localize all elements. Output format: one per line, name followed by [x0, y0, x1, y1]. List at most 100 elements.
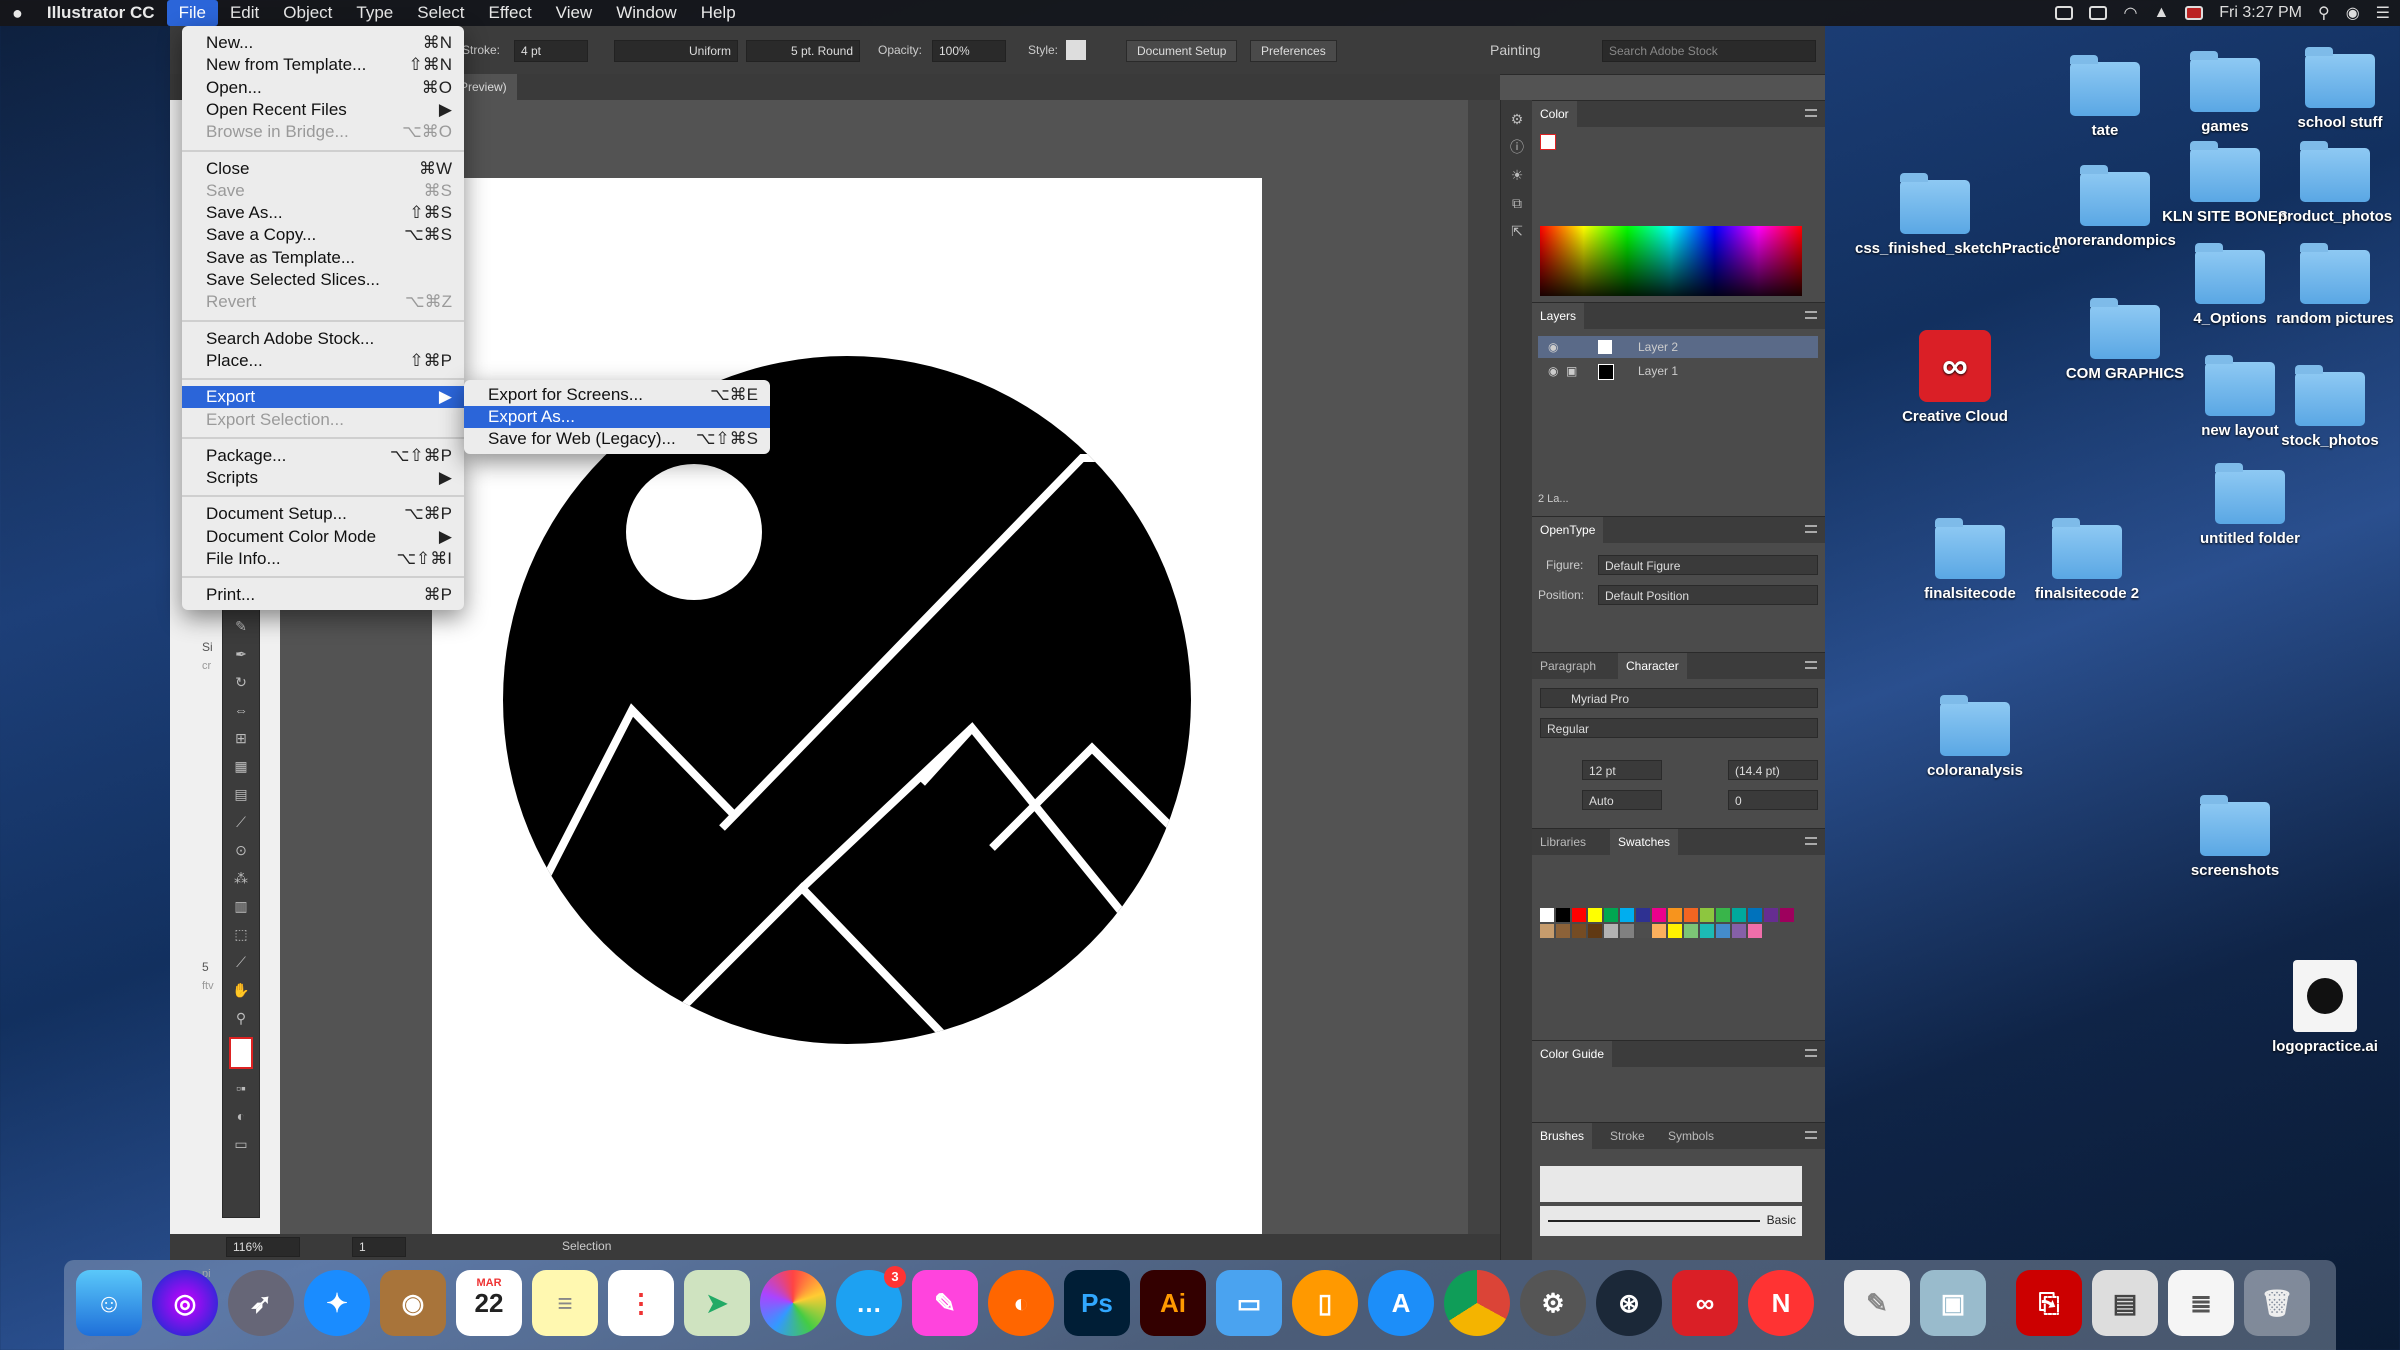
menu-effect[interactable]: Effect — [477, 0, 544, 26]
tab-symbols[interactable]: Symbols — [1660, 1123, 1722, 1149]
preferences-button[interactable]: Preferences — [1250, 40, 1337, 62]
photos-icon[interactable] — [760, 1270, 826, 1336]
tab-opentype[interactable]: OpenType — [1532, 517, 1604, 543]
lock-icon[interactable]: ▣ — [1566, 360, 1577, 382]
color-swatch[interactable] — [1684, 908, 1698, 922]
layer-row[interactable]: ◉ ▣ Layer 1 — [1538, 360, 1818, 382]
color-swatch[interactable] — [1604, 924, 1618, 938]
color-swatch[interactable] — [1748, 924, 1762, 938]
vertical-scrollbar[interactable] — [1468, 100, 1500, 1234]
panel-menu-icon[interactable] — [1805, 525, 1817, 533]
brush-basic[interactable]: Basic — [1540, 1206, 1802, 1236]
eject-icon[interactable]: ▲ — [2153, 4, 2169, 22]
menu-type[interactable]: Type — [344, 0, 405, 26]
slice-tool-icon[interactable]: ⟋ — [230, 953, 252, 971]
color-swatch[interactable] — [1588, 908, 1602, 922]
pdf-stack-icon[interactable]: ⎘ — [2016, 1270, 2082, 1336]
color-swatch[interactable] — [1620, 908, 1634, 922]
screen-mode-icon[interactable]: ▭ — [230, 1135, 252, 1153]
documents-stack-icon[interactable]: ≣ — [2168, 1270, 2234, 1336]
maps-icon[interactable]: ➤ — [684, 1270, 750, 1336]
tab-color-guide[interactable]: Color Guide — [1532, 1041, 1613, 1067]
notes-icon[interactable]: ≡ — [532, 1270, 598, 1336]
layer-row[interactable]: ◉ Layer 2 — [1538, 336, 1818, 358]
properties-icon[interactable]: ⚙ — [1506, 110, 1528, 128]
logo-artwork[interactable] — [432, 178, 1262, 1260]
brush-definition[interactable]: 5 pt. Round — [746, 40, 860, 62]
color-spectrum[interactable] — [1540, 226, 1802, 296]
stroke-weight-field[interactable]: 4 pt — [514, 40, 588, 62]
vlc-icon[interactable]: ◐ — [988, 1270, 1054, 1336]
color-swatch[interactable] — [1556, 924, 1570, 938]
font-family-select[interactable]: Myriad Pro — [1540, 688, 1818, 708]
tab-color[interactable]: Color — [1532, 101, 1577, 127]
file-menu-item[interactable]: Place... ⇧⌘P — [182, 350, 464, 372]
pen-tool-icon[interactable]: ✒ — [230, 645, 252, 663]
zoom-field[interactable]: 116% — [226, 1237, 300, 1257]
tab-brushes[interactable]: Brushes — [1532, 1123, 1593, 1149]
desktop-folder[interactable]: school stuff — [2265, 47, 2400, 131]
figure-select[interactable]: Default Figure — [1598, 555, 1818, 575]
color-swatch[interactable] — [1732, 924, 1746, 938]
tracking-field[interactable]: 0 — [1728, 790, 1818, 810]
rotate-tool-icon[interactable]: ↻ — [230, 673, 252, 691]
panel-menu-icon[interactable] — [1805, 661, 1817, 669]
blend-tool-icon[interactable]: ⊙ — [230, 841, 252, 859]
color-swatch[interactable] — [1620, 924, 1634, 938]
artboard[interactable] — [432, 178, 1262, 1260]
color-swatch[interactable] — [1780, 908, 1794, 922]
mesh-tool-icon[interactable]: ▦ — [230, 757, 252, 775]
fill-stroke-icon[interactable] — [229, 1037, 253, 1069]
adobe-stock-search[interactable]: Search Adobe Stock — [1602, 40, 1816, 62]
wifi-icon[interactable]: ◠ — [2123, 3, 2137, 23]
panel-menu-icon[interactable] — [1805, 311, 1817, 319]
fill-none-icon[interactable] — [1540, 134, 1556, 150]
free-transform-icon[interactable]: ⊞ — [230, 729, 252, 747]
launchpad-icon[interactable]: ➶ — [228, 1270, 294, 1336]
color-mode-icon[interactable]: ▫▪ — [230, 1079, 252, 1097]
artboard-tool-icon[interactable]: ⬚ — [230, 925, 252, 943]
export-icon[interactable]: ⇱ — [1506, 222, 1528, 240]
tab-swatches[interactable]: Swatches — [1610, 829, 1679, 855]
export-menu-item[interactable]: Save for Web (Legacy)... ⌥⇧⌘S — [464, 428, 770, 450]
file-menu-item[interactable]: Scripts ▶ — [182, 467, 464, 489]
illustrator-icon[interactable]: Ai — [1140, 1270, 1206, 1336]
color-swatch[interactable] — [1604, 908, 1618, 922]
creative-cloud-status-icon[interactable] — [2055, 6, 2074, 20]
panel-menu-icon[interactable] — [1805, 1131, 1817, 1139]
hand-tool-icon[interactable]: ✋ — [230, 981, 252, 999]
panel-menu-icon[interactable] — [1805, 109, 1817, 117]
brush-tips[interactable] — [1540, 1166, 1802, 1202]
apple-icon[interactable]: ● — [0, 0, 35, 26]
eye-icon[interactable]: ◉ — [1548, 360, 1558, 382]
color-swatch[interactable] — [1636, 908, 1650, 922]
desktop-file[interactable]: logopractice.ai — [2250, 960, 2400, 1055]
color-swatch[interactable] — [1716, 908, 1730, 922]
textedit-icon[interactable]: ✎ — [912, 1270, 978, 1336]
workspace-switcher[interactable]: Painting — [1490, 40, 1541, 60]
file-menu-item[interactable]: Document Color Mode ▶ — [182, 526, 464, 548]
tab-stroke[interactable]: Stroke — [1602, 1123, 1653, 1149]
desktop-folder[interactable]: screenshots — [2160, 795, 2310, 879]
desktop-app[interactable]: ∞ Creative Cloud — [1880, 330, 2030, 425]
variable-width-profile[interactable]: Uniform — [614, 40, 738, 62]
color-swatch[interactable] — [1668, 908, 1682, 922]
messages-icon[interactable]: … 3 — [836, 1266, 906, 1336]
clock[interactable]: Fri 3:27 PM — [2219, 4, 2302, 22]
panel-menu-icon[interactable] — [1805, 1049, 1817, 1057]
color-swatch[interactable] — [1684, 924, 1698, 938]
text-document-icon[interactable]: ✎ — [1844, 1270, 1910, 1336]
notification-center-icon[interactable]: ☰ — [2376, 3, 2390, 23]
color-swatch[interactable] — [1540, 924, 1554, 938]
graphic-style-swatch[interactable] — [1066, 40, 1086, 60]
color-swatch[interactable] — [1716, 924, 1730, 938]
contacts-icon[interactable]: ◉ — [380, 1270, 446, 1336]
tab-libraries[interactable]: Libraries — [1532, 829, 1594, 855]
siri-icon[interactable]: ◎ — [152, 1270, 218, 1336]
file-menu-item[interactable]: Save Selected Slices... — [182, 269, 464, 291]
menu-file[interactable]: File — [166, 0, 218, 26]
reminders-icon[interactable]: ⋮ — [608, 1270, 674, 1336]
file-menu-item[interactable]: New from Template... ⇧⌘N — [182, 54, 464, 76]
desktop-folder[interactable]: finalsitecode 2 — [2012, 518, 2162, 602]
opacity-field[interactable]: 100% — [932, 40, 1006, 62]
